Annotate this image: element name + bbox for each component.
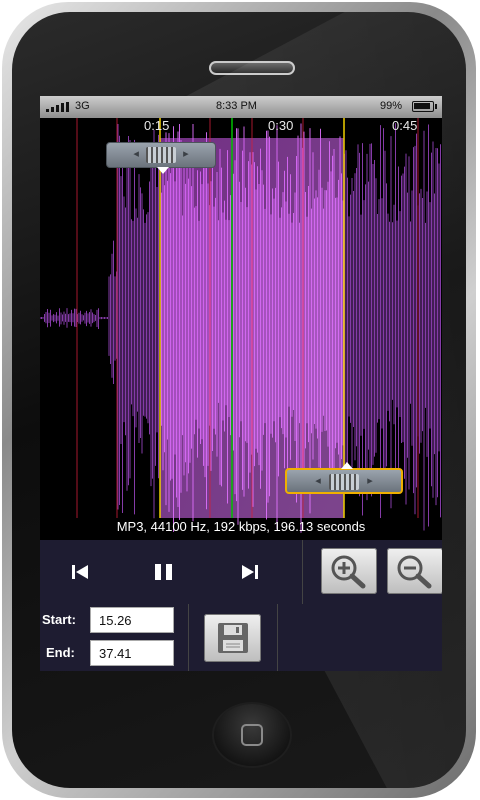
zoom-in-icon xyxy=(331,555,366,589)
home-square-icon xyxy=(241,724,263,746)
playback-controls xyxy=(40,540,442,605)
grip-icon xyxy=(146,147,176,163)
zoom-out-button[interactable] xyxy=(387,548,442,594)
pause-icon xyxy=(155,564,172,580)
start-marker-handle[interactable]: ◂ ▸ xyxy=(106,142,216,174)
start-label: Start: xyxy=(42,612,76,627)
pause-button[interactable] xyxy=(134,540,194,604)
network-type: 3G xyxy=(75,100,90,112)
drag-left-arrow-icon: ◂ xyxy=(133,147,139,160)
waveform-editor[interactable]: 0:15 0:30 0:45 ◂ ▸ ◂ ▸ MP3, 44100 Hz, 19… xyxy=(40,118,442,540)
end-time-field[interactable]: 37.41 xyxy=(90,640,174,666)
save-button[interactable] xyxy=(204,614,261,662)
drag-right-arrow-icon: ▸ xyxy=(183,147,189,160)
app-screen: 3G 8:33 PM 99% 0:15 0:30 0:45 ◂ ▸ ◂ ▸ MP… xyxy=(40,96,442,671)
battery-percentage: 99% xyxy=(380,100,403,112)
time-mark-0-45: 0:45 xyxy=(392,118,418,133)
start-time-field[interactable]: 15.26 xyxy=(90,607,174,633)
zoom-in-button[interactable] xyxy=(321,548,377,594)
save-icon xyxy=(218,623,248,653)
home-button[interactable] xyxy=(214,704,290,766)
skip-next-icon xyxy=(242,565,258,579)
panel-divider xyxy=(188,604,189,671)
skip-previous-icon xyxy=(72,565,88,579)
time-mark-0-15: 0:15 xyxy=(144,118,170,133)
skip-next-button[interactable] xyxy=(220,540,280,604)
panel-divider xyxy=(277,604,278,671)
status-clock: 8:33 PM xyxy=(216,100,257,112)
grip-icon xyxy=(329,474,359,490)
drag-left-arrow-icon: ◂ xyxy=(315,474,321,487)
skip-previous-button[interactable] xyxy=(50,540,110,604)
drag-right-arrow-icon: ▸ xyxy=(367,474,373,487)
end-marker-handle[interactable]: ◂ ▸ xyxy=(285,462,403,494)
status-bar: 3G 8:33 PM 99% xyxy=(40,96,442,118)
zoom-out-icon xyxy=(397,555,432,589)
file-info: MP3, 44100 Hz, 192 kbps, 196.13 seconds xyxy=(116,519,366,534)
end-label: End: xyxy=(46,645,75,660)
controls-divider xyxy=(302,540,303,604)
selection-panel: Start: 15.26 End: 37.41 xyxy=(40,604,442,671)
time-mark-0-30: 0:30 xyxy=(268,118,294,133)
battery-icon xyxy=(412,101,437,112)
signal-strength-icon xyxy=(46,102,72,112)
earpiece-speaker xyxy=(209,61,295,75)
